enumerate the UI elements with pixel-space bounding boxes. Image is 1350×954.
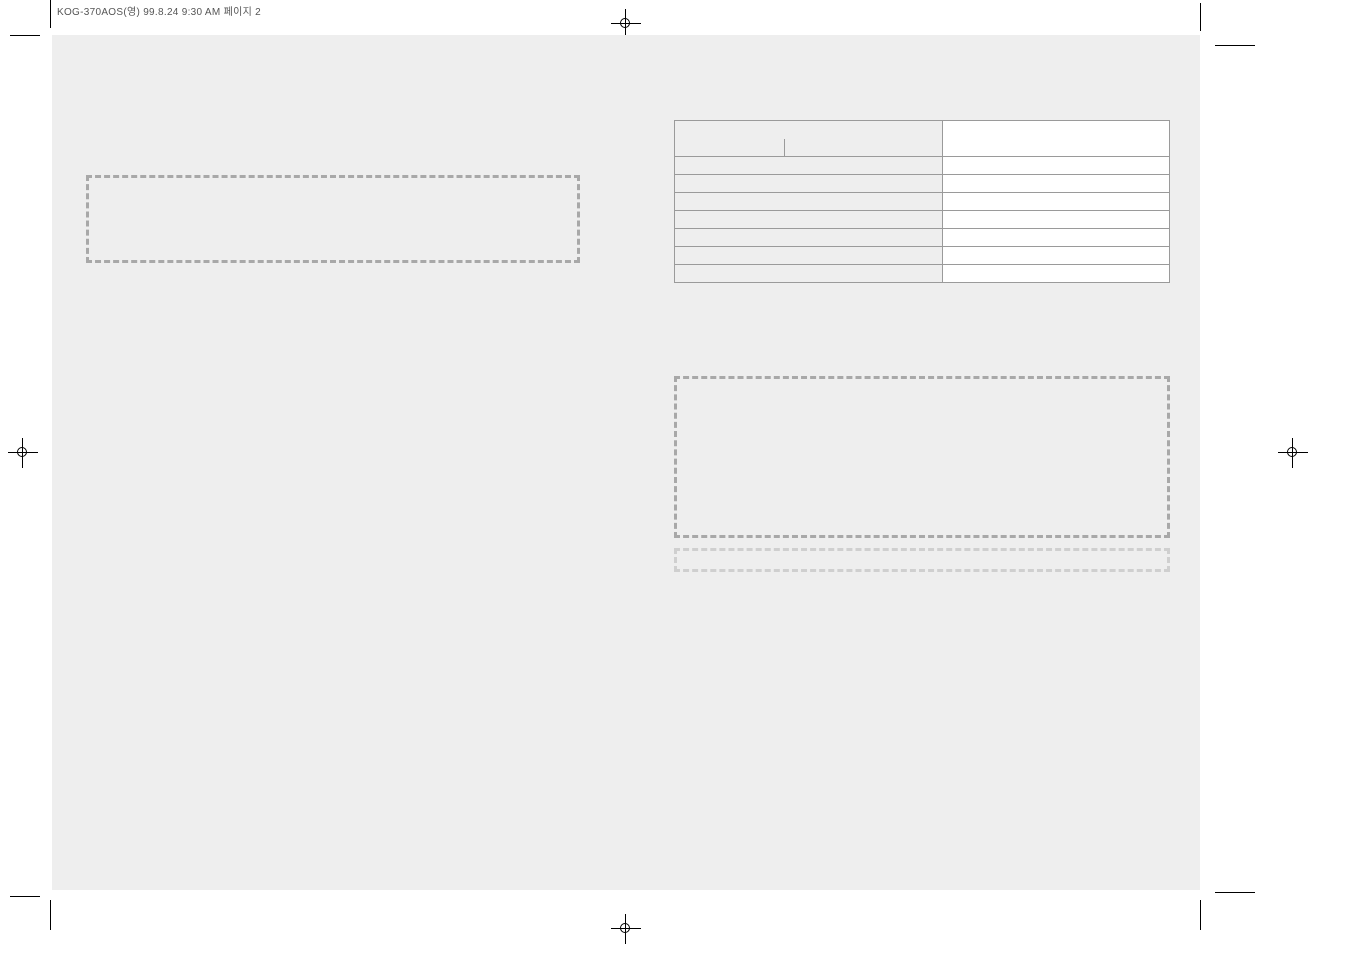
table-cell	[943, 157, 1170, 175]
table-cell	[943, 139, 1170, 157]
table-cell	[675, 247, 943, 265]
left-dashed-placeholder-box	[86, 175, 580, 263]
table-cell	[785, 139, 943, 157]
registration-mark-icon	[617, 920, 635, 938]
table-cell	[943, 265, 1170, 283]
table-cell	[675, 157, 943, 175]
table-cell	[943, 247, 1170, 265]
table-cell	[675, 265, 943, 283]
document-filename-label: KOG-370AOS(영) 99.8.24 9:30 AM 페이지 2	[57, 3, 261, 18]
crop-mark	[10, 896, 40, 897]
table-cell	[943, 193, 1170, 211]
right-dashed-placeholder-box-small	[674, 548, 1170, 572]
table-cell	[943, 229, 1170, 247]
registration-mark-icon	[617, 15, 635, 33]
crop-mark	[1200, 3, 1201, 31]
table-row	[675, 229, 1170, 247]
table-header-right-cell	[942, 121, 1169, 139]
crop-mark	[50, 900, 51, 930]
table-cell	[943, 211, 1170, 229]
table-cell	[675, 229, 943, 247]
table-row	[675, 211, 1170, 229]
registration-mark-icon	[1284, 444, 1302, 462]
table-row	[675, 193, 1170, 211]
table-row	[675, 157, 1170, 175]
crop-mark	[1200, 900, 1201, 930]
table-row	[675, 247, 1170, 265]
table-header-row	[674, 120, 1170, 139]
crop-mark	[1215, 892, 1255, 893]
crop-mark	[50, 0, 51, 28]
table-row	[675, 175, 1170, 193]
table-cell	[675, 211, 943, 229]
specifications-table	[674, 120, 1170, 283]
table-cell	[675, 175, 943, 193]
table-cell	[943, 175, 1170, 193]
table-row	[675, 265, 1170, 283]
right-dashed-placeholder-box-large	[674, 376, 1170, 538]
crop-mark	[1215, 45, 1255, 46]
table-cell	[675, 193, 943, 211]
crop-mark	[10, 35, 40, 36]
registration-mark-icon	[14, 444, 32, 462]
